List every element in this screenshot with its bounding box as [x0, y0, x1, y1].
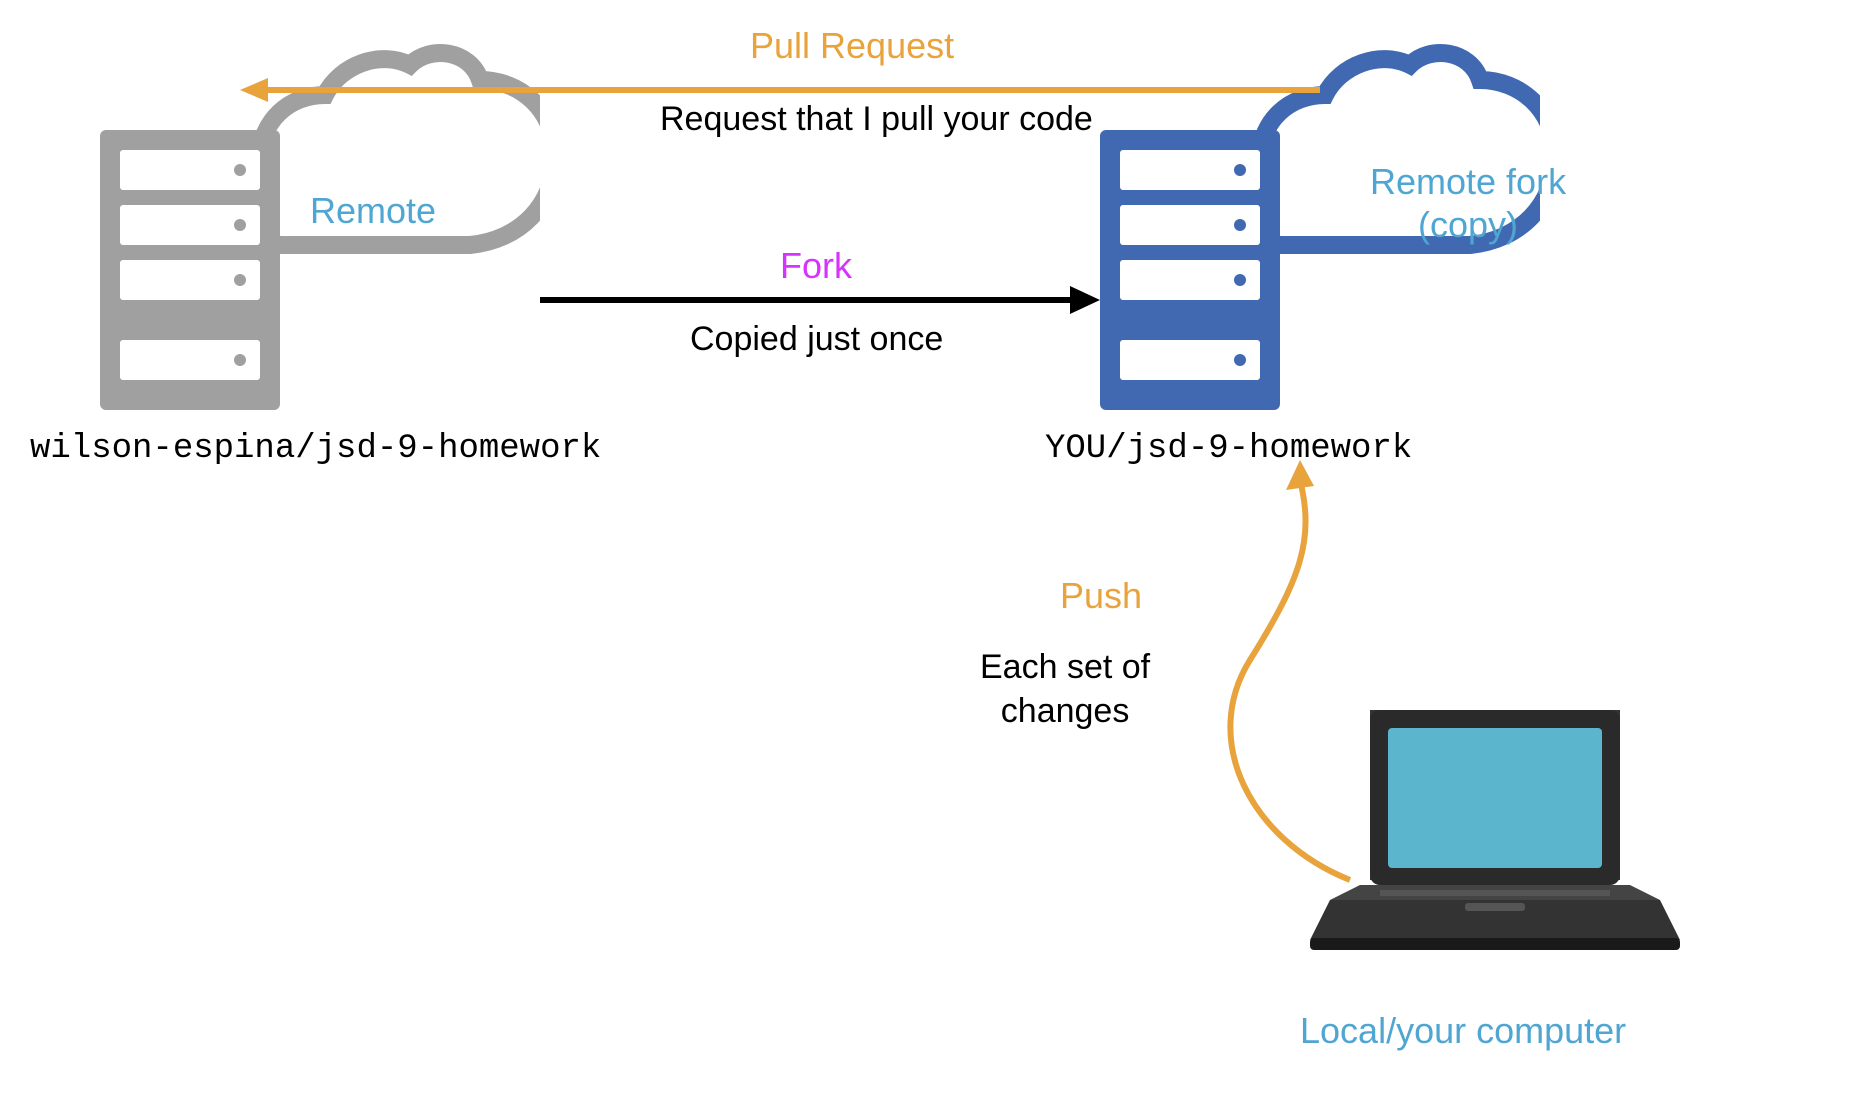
push-desc-line1: Each set of — [980, 648, 1150, 686]
remote-fork-label: Remote fork (copy) — [1370, 160, 1566, 246]
push-desc-line2: changes — [1001, 692, 1130, 730]
push-arrow — [1170, 460, 1420, 890]
remote-label: Remote — [310, 190, 436, 232]
remote-fork-line2: (copy) — [1418, 204, 1518, 245]
push-label: Push — [1060, 575, 1142, 617]
remote-fork-line1: Remote fork — [1370, 161, 1566, 202]
push-desc: Each set of changes — [980, 645, 1150, 733]
local-computer-label: Local/your computer — [1300, 1010, 1626, 1052]
pull-request-desc: Request that I pull your code — [660, 100, 1093, 139]
fork-repo-label: YOU/jsd-9-homework — [1045, 430, 1412, 468]
fork-desc: Copied just once — [690, 320, 943, 359]
fork-label: Fork — [780, 245, 852, 287]
pull-request-label: Pull Request — [750, 25, 954, 67]
origin-repo-label: wilson-espina/jsd-9-homework — [30, 430, 601, 468]
